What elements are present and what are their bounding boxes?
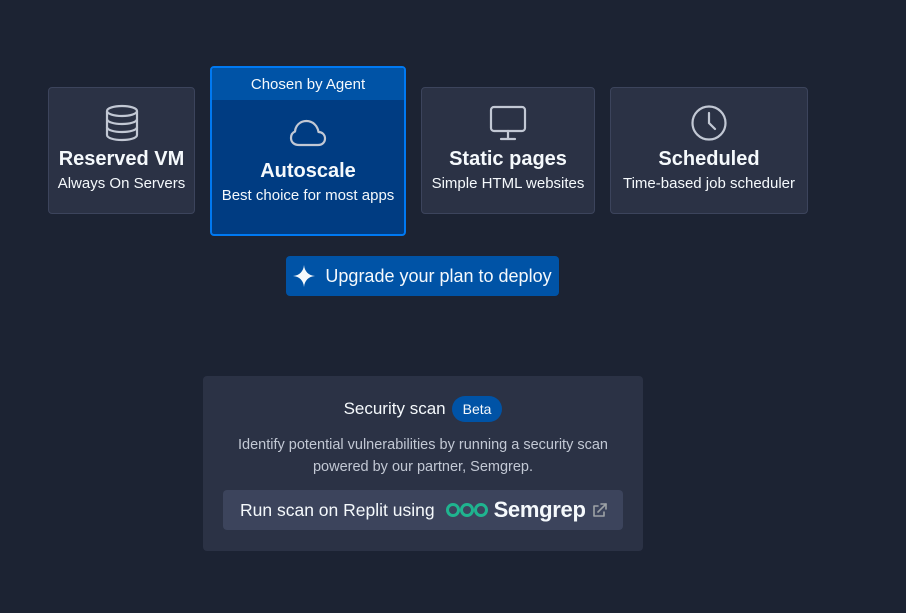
upgrade-plan-button[interactable]: Upgrade your plan to deploy — [286, 256, 559, 296]
run-scan-label: Run scan on Replit using — [240, 499, 435, 520]
deploy-option-title: Reserved VM — [58, 148, 185, 170]
sparkle-icon — [293, 265, 316, 287]
deploy-option-title: Static pages — [449, 148, 567, 170]
security-scan-header: Security scan Beta — [344, 396, 503, 422]
deploy-option-subtitle: Simple HTML websites — [431, 175, 585, 192]
deploy-option-scheduled[interactable]: Scheduled Time-based job scheduler — [610, 87, 808, 214]
beta-badge: Beta — [451, 396, 503, 422]
deploy-option-autoscale[interactable]: Chosen by Agent Autoscale Best choice fo… — [210, 66, 406, 236]
deploy-panel: Reserved VM Always On Servers Chosen by … — [0, 0, 906, 613]
cloud-icon — [289, 114, 327, 152]
chosen-by-agent-banner: Chosen by Agent — [212, 68, 404, 100]
deploy-option-title: Scheduled — [658, 148, 760, 170]
deploy-option-subtitle: Best choice for most apps — [221, 187, 395, 204]
deploy-option-static-pages[interactable]: Static pages Simple HTML websites — [421, 87, 595, 214]
database-icon — [103, 104, 141, 142]
semgrep-wordmark: Semgrep — [493, 497, 586, 522]
deploy-option-subtitle: Always On Servers — [57, 175, 186, 192]
run-scan-button[interactable]: Run scan on Replit using Semgrep — [223, 490, 623, 530]
deploy-option-reserved-vm[interactable]: Reserved VM Always On Servers — [48, 87, 195, 214]
security-scan-title: Security scan — [343, 399, 446, 418]
monitor-icon — [489, 104, 527, 142]
security-scan-panel: Security scan Beta Identify potential vu… — [203, 376, 643, 551]
deploy-option-title: Autoscale — [260, 160, 356, 182]
security-scan-description: Identify potential vulnerabilities by ru… — [238, 437, 608, 475]
external-link-icon — [592, 502, 608, 518]
clock-icon — [690, 104, 728, 142]
upgrade-plan-label: Upgrade your plan to deploy — [325, 265, 552, 286]
deploy-option-subtitle: Time-based job scheduler — [622, 175, 796, 192]
semgrep-logo-icon — [445, 501, 489, 519]
